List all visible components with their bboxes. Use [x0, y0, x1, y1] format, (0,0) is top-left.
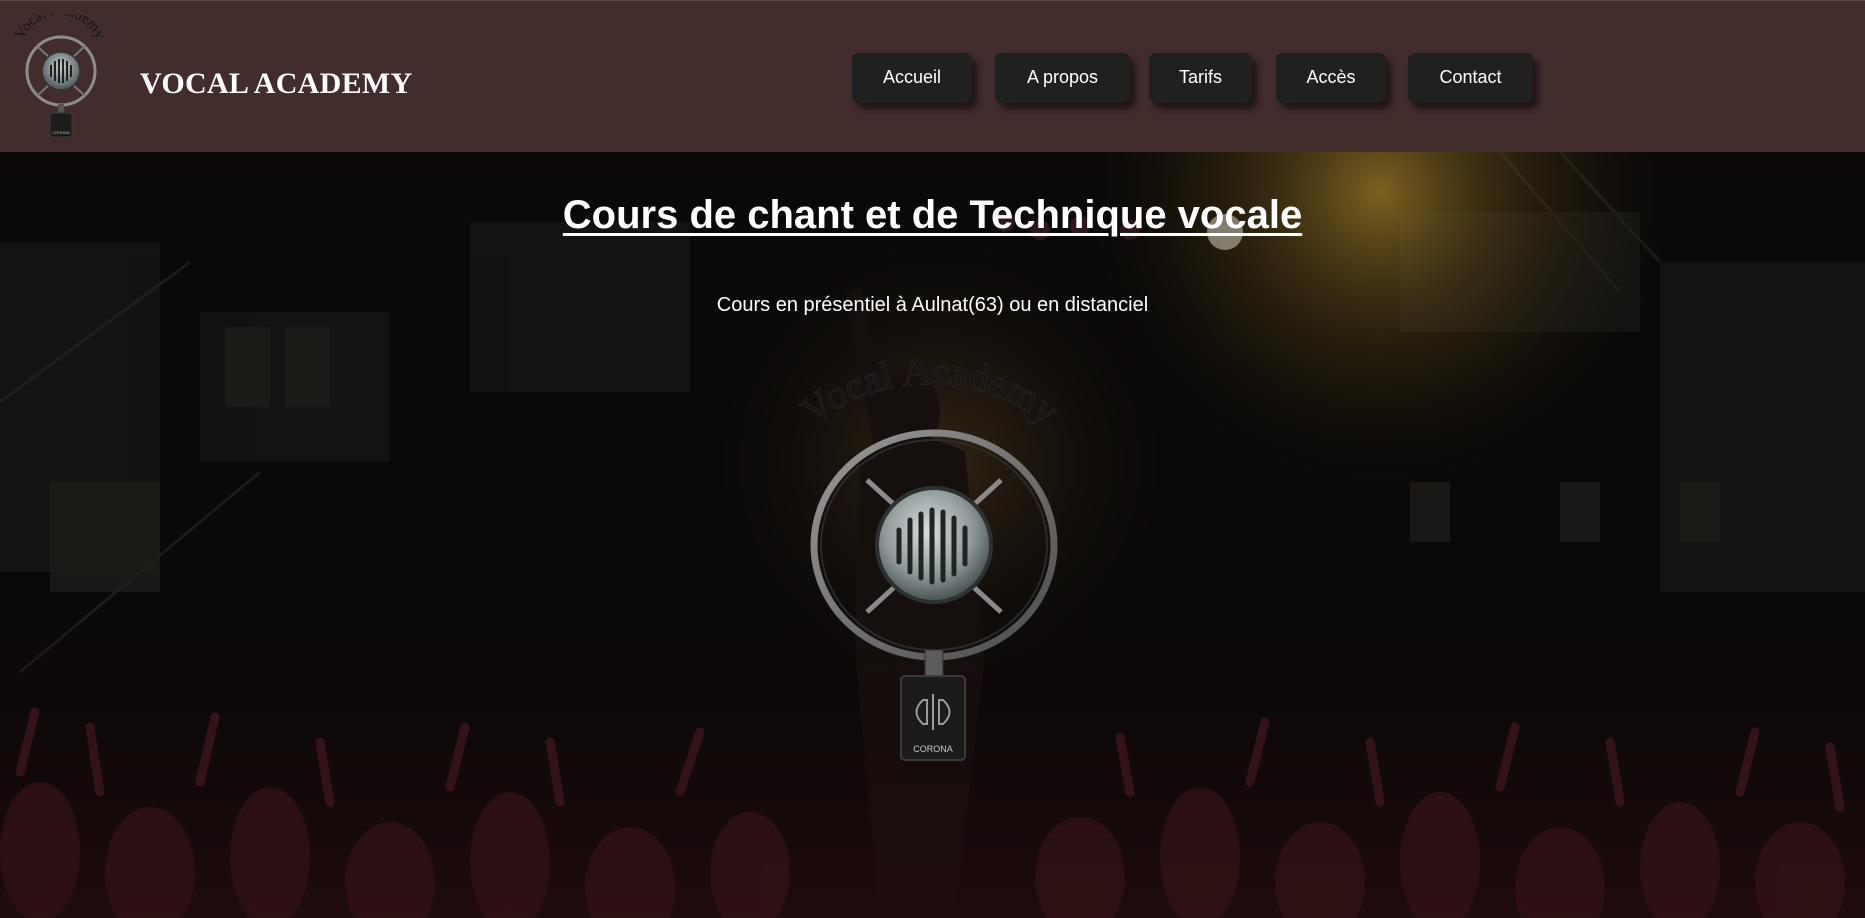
site-title[interactable]: VOCAL ACADEMY — [140, 67, 412, 101]
nav-acces-button[interactable]: Accès — [1276, 53, 1386, 103]
nav-accueil-button[interactable]: Accueil — [852, 53, 972, 103]
hero-logo-badge-text: CORONA — [913, 744, 953, 754]
vintage-microphone-logo-icon: Vocal Academy CORONA — [792, 348, 1069, 761]
hero-section: Cours de chant et de Technique vocale Co… — [0, 152, 1865, 918]
hero-subtitle: Cours en présentiel à Aulnat(63) ou en d… — [716, 294, 1149, 316]
site-header: Vocal Academy CORONA VOCAL ACADEMY Accue… — [0, 0, 1865, 152]
hero-title: Cours de chant et de Technique vocale — [562, 193, 1303, 237]
hero-logo-arc-text: Vocal Academy — [792, 348, 1069, 434]
vocal-academy-logo-icon[interactable]: Vocal Academy CORONA — [12, 15, 107, 137]
nav-tarifs-button[interactable]: Tarifs — [1149, 53, 1252, 103]
nav-contact-button[interactable]: Contact — [1408, 53, 1533, 103]
svg-text:Vocal Academy: Vocal Academy — [792, 348, 1069, 433]
page: Vocal Academy CORONA VOCAL ACADEMY Accue… — [0, 0, 1865, 918]
nav-a-propos-button[interactable]: A propos — [995, 53, 1130, 103]
logo-badge-text: CORONA — [52, 130, 70, 135]
